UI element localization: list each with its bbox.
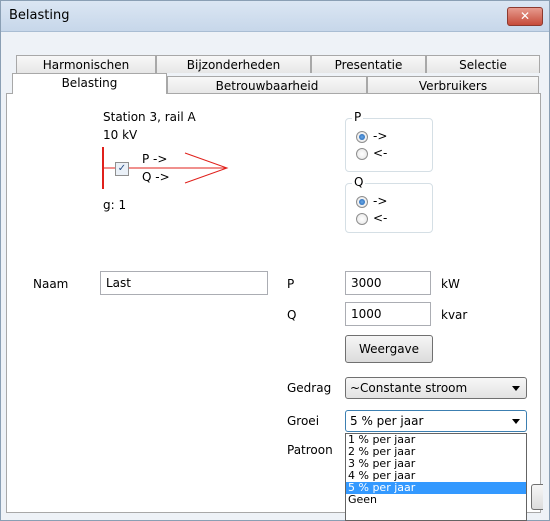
tab-selectie[interactable]: Selectie [426, 55, 540, 73]
gedrag-value: ~Constante stroom [350, 381, 468, 395]
p-label: P [287, 277, 295, 291]
q-value-input[interactable]: 1000 [345, 302, 431, 326]
tab-harmonischen[interactable]: Harmonischen [16, 55, 156, 73]
q-label: Q [287, 308, 297, 322]
window-title: Belasting [9, 8, 70, 23]
q-direction-label: Q -> [142, 170, 170, 184]
p-direction-group: P -> <- [345, 110, 433, 172]
q-group-label: Q [352, 175, 366, 189]
p-value-input[interactable]: 3000 [345, 271, 431, 295]
patroon-label: Patroon [287, 443, 333, 457]
q-reverse-label: <- [373, 211, 388, 225]
tab-verbruikers[interactable]: Verbruikers [367, 76, 539, 94]
station-label: Station 3, rail A [103, 110, 196, 124]
g-label: g: 1 [103, 198, 127, 212]
p-direction-label: P -> [142, 152, 168, 166]
groei-value: 5 % per jaar [350, 414, 424, 428]
groei-select[interactable]: 5 % per jaar [345, 410, 527, 432]
q-unit-label: kvar [441, 308, 468, 322]
tab-presentatie[interactable]: Presentatie [311, 55, 426, 73]
connection-checkbox[interactable]: ✓ [115, 162, 129, 176]
p-unit-label: kW [441, 277, 460, 291]
tab-betrouwbaarheid[interactable]: Betrouwbaarheid [167, 76, 367, 94]
p-forward-label: -> [373, 129, 388, 143]
p-forward-radio[interactable] [356, 131, 368, 143]
weergave-button[interactable]: Weergave [345, 335, 433, 363]
p-group-label: P [352, 110, 364, 124]
close-icon: ✕ [519, 9, 531, 23]
groei-option-geen[interactable]: Geen [346, 494, 526, 506]
chevron-down-icon [512, 419, 520, 424]
q-direction-group: Q -> <- [345, 175, 433, 233]
gedrag-label: Gedrag [287, 381, 332, 395]
tab-belasting[interactable]: Belasting [12, 73, 167, 94]
chevron-down-icon [512, 386, 520, 391]
title-bar[interactable]: Belasting ✕ [1, 1, 549, 32]
tab-bijzonderheden[interactable]: Bijzonderheden [156, 55, 311, 73]
gedrag-select[interactable]: ~Constante stroom [345, 377, 527, 399]
naam-label: Naam [33, 277, 69, 291]
voltage-label: 10 kV [103, 128, 138, 142]
groei-dropdown-list: 1 % per jaar 2 % per jaar 3 % per jaar 4… [345, 433, 527, 521]
p-reverse-radio[interactable] [356, 148, 368, 160]
q-forward-label: -> [373, 194, 388, 208]
q-forward-radio[interactable] [356, 196, 368, 208]
naam-input[interactable]: Last [100, 271, 268, 295]
groei-label: Groei [287, 414, 320, 428]
close-button[interactable]: ✕ [507, 7, 543, 26]
q-reverse-radio[interactable] [356, 213, 368, 225]
dialog-button-partial[interactable] [531, 484, 543, 510]
p-reverse-label: <- [373, 146, 388, 160]
